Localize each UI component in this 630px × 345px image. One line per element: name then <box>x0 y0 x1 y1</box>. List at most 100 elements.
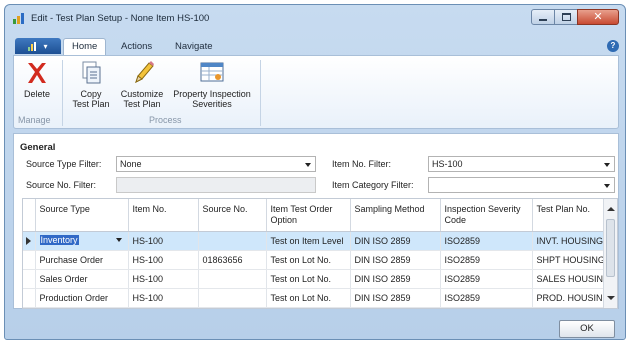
cell-source-type[interactable]: Production Order <box>35 288 129 308</box>
delete-x-icon <box>28 63 46 83</box>
source-no-filter-field[interactable] <box>116 177 316 193</box>
copy-test-plan-label-1: Copy <box>80 89 102 99</box>
delete-button[interactable]: Delete <box>20 60 54 99</box>
scroll-down-icon[interactable] <box>607 296 615 300</box>
cell-item-test-order-option[interactable]: Test on Item Level <box>266 231 351 251</box>
copy-test-plan-label-2: Test Plan <box>72 99 110 109</box>
cell-inspection-severity-code[interactable]: ISO2859 <box>440 231 533 251</box>
grid-header-row: Source Type Item No. Source No. Item Tes… <box>23 199 616 232</box>
cell-sampling-method[interactable]: DIN ISO 2859 <box>350 288 441 308</box>
cell-source-no[interactable] <box>198 231 267 251</box>
ribbon-tab-row: ▾ Home Actions Navigate ? <box>9 35 621 55</box>
cell-sampling-method[interactable]: DIN ISO 2859 <box>350 269 441 289</box>
source-type-value: Inventory <box>39 235 79 245</box>
content-panel: General Source Type Filter: None Source … <box>13 133 619 309</box>
row-marker[interactable] <box>23 250 36 270</box>
cell-inspection-severity-code[interactable]: ISO2859 <box>440 269 533 289</box>
inspection-grid-icon <box>200 62 224 82</box>
tab-navigate[interactable]: Navigate <box>167 39 221 55</box>
property-inspection-severities-button[interactable]: Property Inspection Severities <box>169 60 255 109</box>
cell-item-test-order-option[interactable]: Test on Lot No. <box>266 269 351 289</box>
pencil-icon <box>135 61 154 83</box>
application-menu-button[interactable]: ▾ <box>15 38 61 54</box>
column-header-sampling-method[interactable]: Sampling Method <box>350 199 441 232</box>
column-header-source-no[interactable]: Source No. <box>198 199 267 232</box>
cell-sampling-method[interactable]: DIN ISO 2859 <box>350 250 441 270</box>
tab-actions[interactable]: Actions <box>113 39 160 55</box>
row-marker[interactable] <box>23 269 36 289</box>
group-separator <box>62 60 63 126</box>
ok-button[interactable]: OK <box>559 320 615 338</box>
column-header-inspection-severity-code[interactable]: Inspection Severity Code <box>440 199 533 232</box>
ribbon-home: Delete Manage Copy Test Plan Customize T… <box>13 55 619 129</box>
chevron-down-icon[interactable] <box>604 163 610 167</box>
group-label-process: Process <box>149 115 182 125</box>
cell-source-type[interactable]: Inventory <box>35 231 129 251</box>
cell-source-no[interactable] <box>198 288 267 308</box>
item-no-filter-value: HS-100 <box>432 159 463 169</box>
table-row[interactable]: Sales Order HS-100 Test on Lot No. DIN I… <box>23 269 616 289</box>
cell-inspection-severity-code[interactable]: ISO2859 <box>440 250 533 270</box>
maximize-button[interactable] <box>554 9 578 25</box>
row-marker[interactable] <box>23 288 36 308</box>
table-row[interactable]: Purchase Order HS-100 01863656 Test on L… <box>23 250 616 270</box>
column-header-label: Code <box>444 215 467 225</box>
item-no-filter-field[interactable]: HS-100 <box>428 156 615 172</box>
cell-sampling-method[interactable]: DIN ISO 2859 <box>350 231 441 251</box>
row-marker-header <box>23 199 36 232</box>
source-no-filter-label: Source No. Filter: <box>26 180 97 190</box>
property-inspection-label-1: Property Inspection <box>173 89 251 99</box>
cell-source-no[interactable] <box>198 269 267 289</box>
customize-test-plan-label-2: Test Plan <box>123 99 161 109</box>
column-header-source-type[interactable]: Source Type <box>35 199 129 232</box>
chevron-down-icon: ▾ <box>43 41 48 51</box>
minimize-button[interactable] <box>531 9 555 25</box>
test-plan-grid: Source Type Item No. Source No. Item Tes… <box>22 198 618 309</box>
column-header-label: Inspection Severity <box>444 204 521 214</box>
cell-item-no[interactable]: HS-100 <box>128 231 199 251</box>
test-plan-table: Source Type Item No. Source No. Item Tes… <box>23 199 616 308</box>
customize-test-plan-button[interactable]: Customize Test Plan <box>117 60 167 109</box>
chevron-down-icon[interactable] <box>305 163 311 167</box>
column-header-item-no[interactable]: Item No. <box>128 199 199 232</box>
property-inspection-label-2: Severities <box>192 99 232 109</box>
tab-home[interactable]: Home <box>63 38 107 55</box>
close-icon: ✕ <box>593 10 603 23</box>
item-category-filter-label: Item Category Filter: <box>332 180 414 190</box>
cell-inspection-severity-code[interactable]: ISO2859 <box>440 288 533 308</box>
window-title: Edit - Test Plan Setup - None Item HS-10… <box>31 13 210 24</box>
row-pointer-icon <box>26 236 31 245</box>
chevron-down-icon[interactable] <box>115 238 122 242</box>
scroll-up-icon[interactable] <box>607 207 615 211</box>
close-button[interactable]: ✕ <box>577 9 619 25</box>
item-no-filter-label: Item No. Filter: <box>332 159 392 169</box>
app-logo-icon <box>13 13 24 24</box>
cell-item-test-order-option[interactable]: Test on Lot No. <box>266 250 351 270</box>
scroll-thumb[interactable] <box>606 219 615 277</box>
help-icon[interactable]: ? <box>607 40 619 52</box>
cell-source-type[interactable]: Sales Order <box>35 269 129 289</box>
item-category-filter-field[interactable] <box>428 177 615 193</box>
row-marker[interactable] <box>23 231 36 251</box>
column-header-label: Item Test Order <box>270 204 333 214</box>
app-logo-icon <box>28 41 37 51</box>
column-header-item-test-order-option[interactable]: Item Test Order Option <box>266 199 351 232</box>
section-title-general[interactable]: General <box>20 142 55 153</box>
table-row[interactable]: Inventory HS-100 Test on Item Level DIN … <box>23 231 616 251</box>
copy-test-plan-button[interactable]: Copy Test Plan <box>66 60 116 109</box>
grid-vertical-scrollbar[interactable] <box>603 199 617 308</box>
minimize-icon <box>539 19 547 21</box>
chevron-down-icon[interactable] <box>604 184 610 188</box>
caption-buttons: ✕ <box>531 9 619 25</box>
source-type-dropdown[interactable]: Inventory <box>39 233 124 248</box>
cell-source-type[interactable]: Purchase Order <box>35 250 129 270</box>
source-type-filter-field[interactable]: None <box>116 156 316 172</box>
cell-item-no[interactable]: HS-100 <box>128 288 199 308</box>
title-bar[interactable]: Edit - Test Plan Setup - None Item HS-10… <box>5 5 625 33</box>
cell-source-no[interactable]: 01863656 <box>198 250 267 270</box>
cell-item-no[interactable]: HS-100 <box>128 250 199 270</box>
cell-item-no[interactable]: HS-100 <box>128 269 199 289</box>
cell-item-test-order-option[interactable]: Test on Lot No. <box>266 288 351 308</box>
table-row[interactable]: Production Order HS-100 Test on Lot No. … <box>23 288 616 308</box>
edit-test-plan-setup-window: Edit - Test Plan Setup - None Item HS-10… <box>4 4 626 340</box>
